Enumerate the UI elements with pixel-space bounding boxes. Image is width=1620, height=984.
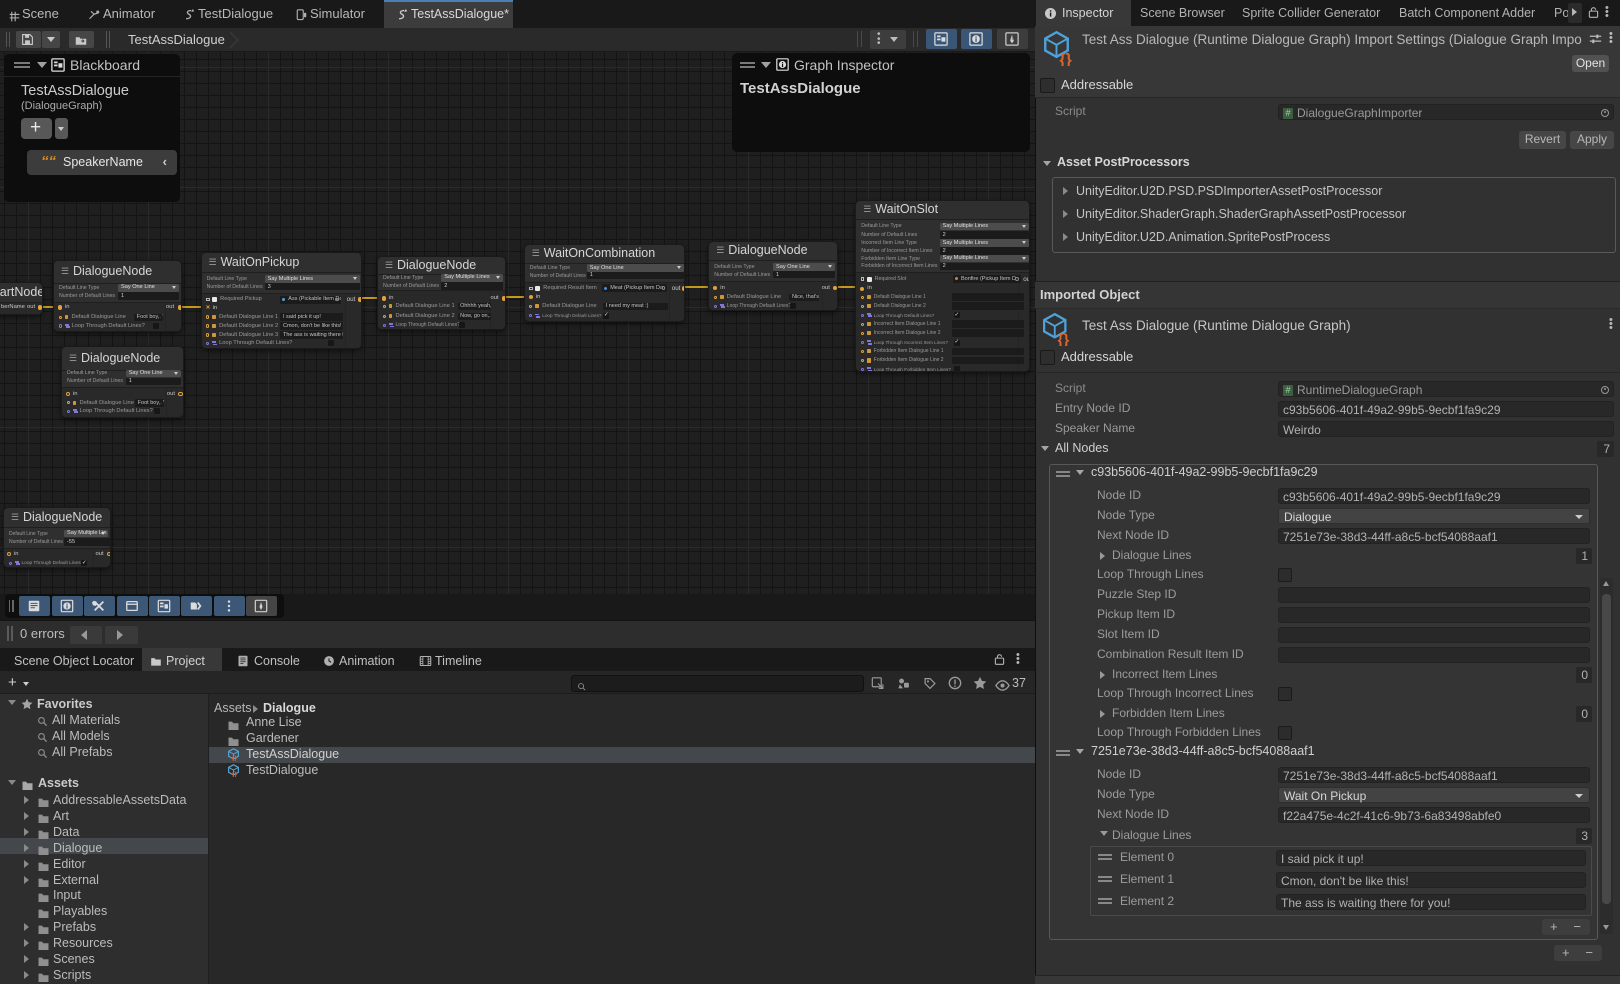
- svg-text:{}: {}: [232, 755, 238, 761]
- svg-text:{}: {}: [1060, 52, 1072, 67]
- svg-text:{}: {}: [232, 771, 238, 777]
- svg-text:{}: {}: [1058, 333, 1070, 346]
